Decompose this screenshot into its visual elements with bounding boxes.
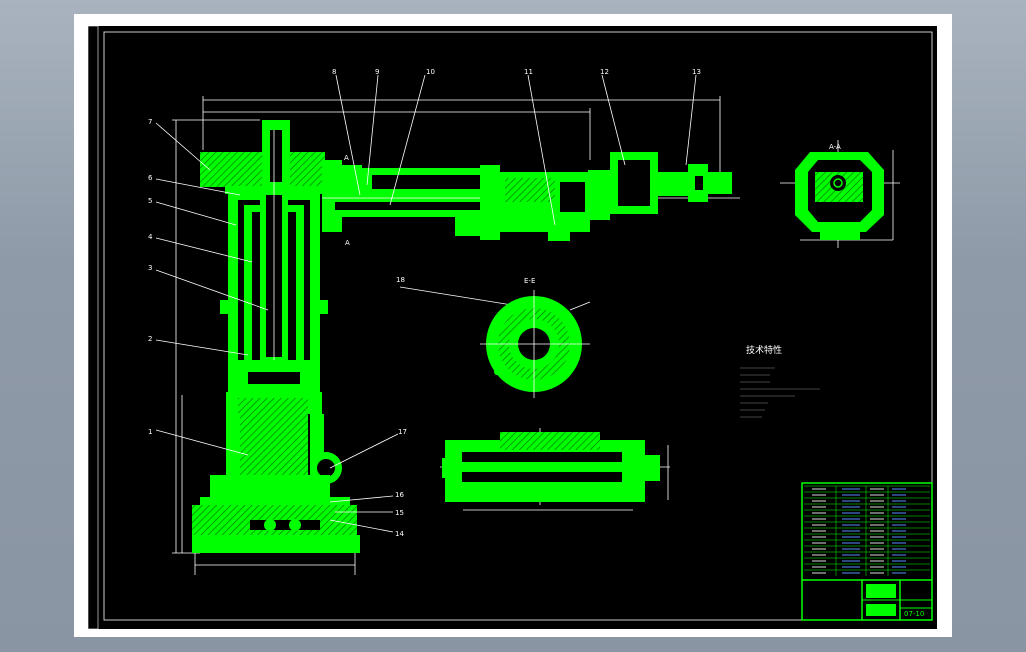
cut-marker: A: [344, 154, 349, 162]
part-label: 14: [395, 530, 404, 538]
part-label: 9: [375, 68, 379, 76]
part-label: 13: [692, 68, 701, 76]
section-b-view: [440, 428, 670, 511]
section-title: E-E: [524, 277, 535, 285]
part-label: 2: [148, 335, 152, 343]
part-label: 18: [396, 276, 405, 284]
title-block: 07-10: [801, 482, 933, 621]
part-label: 11: [524, 68, 533, 76]
part-label: 16: [395, 491, 404, 499]
part-label: 1: [148, 428, 152, 436]
part-label: 4: [148, 233, 153, 241]
part-label: 7: [148, 118, 152, 126]
part-label: 5: [148, 197, 152, 205]
part-label: 10: [426, 68, 435, 76]
part-label: 6: [148, 174, 153, 182]
tech-title: 技术特性: [746, 344, 782, 356]
section-title: A-A: [829, 143, 841, 151]
binding-strip: [87, 25, 99, 630]
part-label: 3: [148, 264, 152, 272]
cad-drawing: 1 2 3 4 5 6 7 8 9 10 11 12 13 14 15 16 1…: [87, 25, 937, 630]
part-label: 17: [398, 428, 407, 436]
part-label: 8: [332, 68, 336, 76]
part-label: 15: [395, 509, 404, 517]
cut-marker: A: [345, 239, 350, 247]
drawing-code: 07-10: [904, 610, 924, 618]
part-label: 12: [600, 68, 609, 76]
